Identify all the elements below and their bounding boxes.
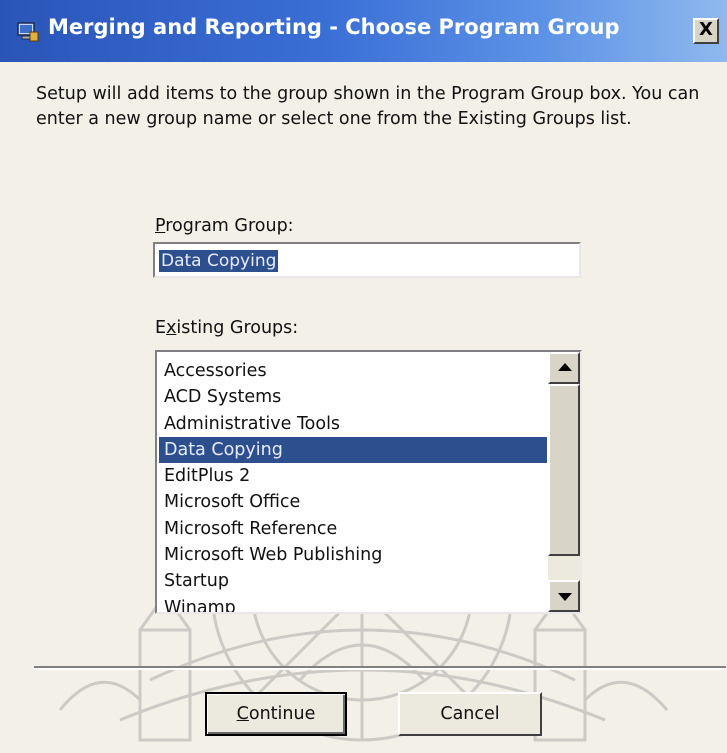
close-button[interactable]: X bbox=[693, 18, 719, 44]
list-item[interactable]: ACD Systems bbox=[159, 384, 547, 410]
list-item[interactable]: Startup bbox=[159, 568, 547, 594]
list-item[interactable]: Microsoft Reference bbox=[159, 516, 547, 542]
arrow-up-icon bbox=[558, 363, 572, 371]
setup-dialog: Merging and Reporting - Choose Program G… bbox=[0, 0, 727, 753]
list-item-selected[interactable]: Data Copying bbox=[159, 436, 547, 464]
intro-text: Setup will add items to the group shown … bbox=[36, 84, 700, 129]
list-item[interactable]: Accessories bbox=[159, 358, 547, 384]
list-scrollbar[interactable] bbox=[548, 352, 580, 612]
setup-computer-icon bbox=[17, 22, 39, 42]
existing-groups-label-rest: isting Groups: bbox=[176, 318, 299, 338]
arrow-down-icon bbox=[558, 593, 572, 601]
existing-groups-list: Accessories ACD Systems Administrative T… bbox=[159, 358, 547, 612]
list-item[interactable]: Winamp bbox=[159, 595, 547, 612]
program-group-label-rest: rogram Group: bbox=[165, 216, 294, 236]
existing-groups-label-prefix: E bbox=[155, 318, 167, 338]
program-group-label-accel: P bbox=[155, 216, 166, 236]
list-item[interactable]: Administrative Tools bbox=[159, 411, 547, 437]
scroll-down-button[interactable] bbox=[548, 580, 580, 612]
scroll-up-button[interactable] bbox=[548, 352, 580, 384]
program-group-label: Program Group: bbox=[155, 216, 294, 236]
existing-groups-label-accel: x bbox=[166, 318, 177, 338]
continue-button[interactable]: Continue bbox=[205, 692, 347, 736]
list-item[interactable]: EditPlus 2 bbox=[159, 463, 547, 489]
program-group-input[interactable]: Data Copying bbox=[153, 242, 581, 278]
list-item[interactable]: Microsoft Web Publishing bbox=[159, 542, 547, 568]
scroll-thumb[interactable] bbox=[548, 384, 580, 556]
cancel-button[interactable]: Cancel bbox=[398, 692, 542, 736]
list-item[interactable]: Microsoft Office bbox=[159, 489, 547, 515]
existing-groups-listbox[interactable]: Accessories ACD Systems Administrative T… bbox=[155, 350, 582, 614]
program-group-value[interactable]: Data Copying bbox=[159, 250, 279, 272]
window-title: Merging and Reporting - Choose Program G… bbox=[48, 15, 620, 39]
title-bar: Merging and Reporting - Choose Program G… bbox=[0, 0, 727, 62]
continue-label: ontinue bbox=[248, 704, 316, 724]
continue-accel: C bbox=[236, 704, 249, 724]
existing-groups-label: Existing Groups: bbox=[155, 318, 298, 338]
divider bbox=[34, 666, 726, 670]
close-icon[interactable]: X bbox=[699, 19, 713, 40]
